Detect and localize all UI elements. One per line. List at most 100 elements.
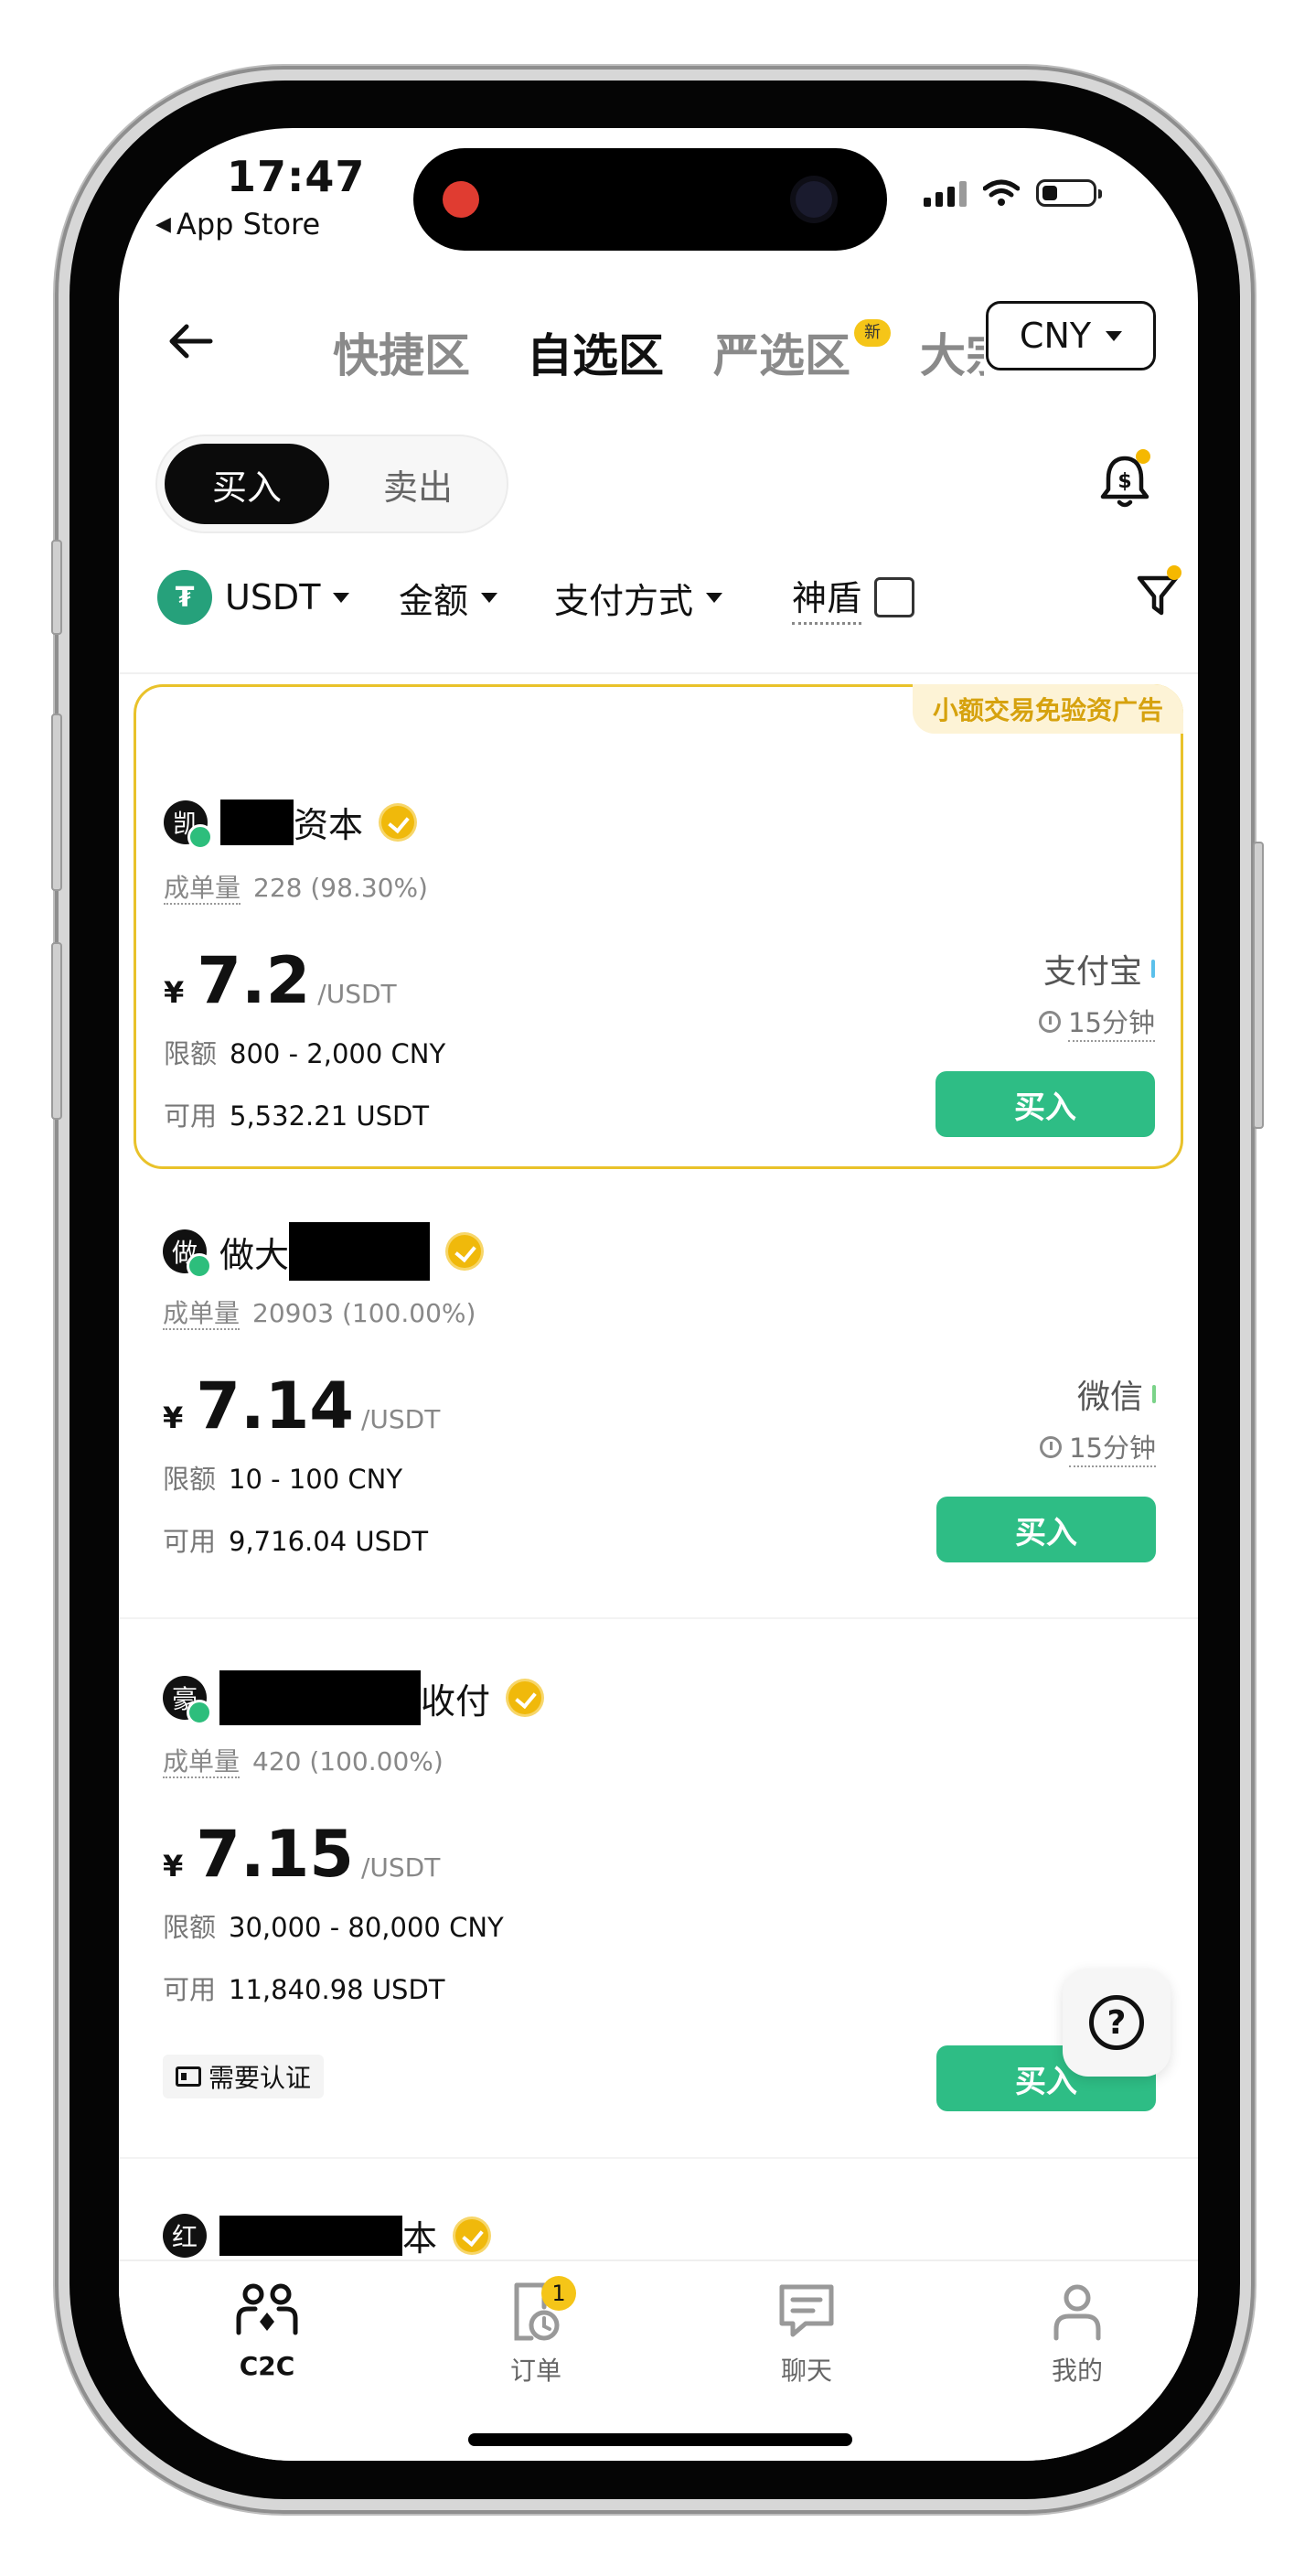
nav-c2c[interactable]: C2C bbox=[194, 2281, 340, 2381]
orders-badge: 1 bbox=[541, 2276, 576, 2311]
asset-filter-label: USDT bbox=[225, 577, 321, 617]
verified-badge-icon bbox=[381, 805, 415, 839]
wifi-icon bbox=[983, 179, 1020, 206]
online-status-dot bbox=[187, 1253, 212, 1279]
app-screen: 17:47 ◀ App Store 快捷区 自选区 严选区 新 大宗 CNY bbox=[119, 128, 1198, 2461]
avatar: 豪 bbox=[163, 1676, 212, 1725]
payment-window: 15分钟 bbox=[1040, 1427, 1156, 1467]
payment-method-label: 支付宝 bbox=[1042, 953, 1142, 991]
people-icon bbox=[236, 2283, 298, 2335]
stats-label: 成单量 bbox=[163, 1746, 241, 1778]
payment-filter[interactable]: 支付方式 bbox=[554, 565, 723, 629]
limit-label: 限额 bbox=[163, 1464, 217, 1495]
phone-side-button bbox=[51, 942, 62, 1120]
available-row: 可用 5,532.21 USDT bbox=[164, 1095, 429, 1133]
home-indicator[interactable] bbox=[468, 2433, 852, 2446]
back-to-app-store[interactable]: ◀ App Store bbox=[155, 207, 320, 242]
redacted-name bbox=[289, 1222, 431, 1281]
nav-label: 聊天 bbox=[780, 2356, 832, 2386]
limit-row: 限额 30,000 - 80,000 CNY bbox=[163, 1906, 504, 1945]
buy-button[interactable]: 买入 bbox=[935, 1071, 1155, 1137]
buy-sell-toggle: 买入 卖出 bbox=[155, 435, 508, 533]
filter-divider bbox=[119, 672, 1198, 674]
currency-selector[interactable]: CNY bbox=[986, 301, 1156, 370]
svg-text:$: $ bbox=[1117, 470, 1131, 493]
chevron-down-icon bbox=[333, 592, 350, 603]
shield-filter[interactable]: 神盾 bbox=[792, 565, 915, 629]
stats-value: 20903 (100.00%) bbox=[252, 1298, 476, 1328]
limit-value: 30,000 - 80,000 CNY bbox=[229, 1912, 504, 1943]
online-status-dot bbox=[187, 823, 213, 850]
tab-quick[interactable]: 快捷区 bbox=[333, 319, 470, 385]
payment-method: 支付宝 bbox=[1043, 945, 1155, 993]
chevron-down-icon bbox=[1106, 330, 1123, 341]
nav-profile[interactable]: 我的 bbox=[1004, 2281, 1150, 2388]
stats-label: 成单量 bbox=[164, 873, 241, 905]
new-badge: 新 bbox=[854, 319, 891, 347]
tab-bulk[interactable]: 大宗 bbox=[920, 319, 984, 385]
price: ¥ 7.2 /USDT bbox=[164, 943, 397, 1018]
amount-filter[interactable]: 金额 bbox=[399, 565, 498, 629]
status-icons bbox=[924, 179, 1102, 207]
chat-icon bbox=[779, 2284, 834, 2337]
ad-card: 豪 收付 成单量 420 (100.00%) ¥ 7.15 /USDT 限额 30,… bbox=[119, 1628, 1198, 2141]
shield-checkbox[interactable] bbox=[874, 577, 915, 617]
buy-toggle-button[interactable]: 买入 bbox=[165, 444, 329, 524]
available-label: 可用 bbox=[163, 1974, 217, 2005]
limit-row: 限额 800 - 2,000 CNY bbox=[164, 1033, 445, 1071]
merchant-name[interactable]: 红 本 bbox=[163, 2210, 489, 2259]
buy-button[interactable]: 买入 bbox=[936, 1497, 1156, 1562]
nav-orders[interactable]: 1 订单 bbox=[463, 2276, 609, 2388]
price-alert-bell[interactable]: $ bbox=[1099, 449, 1150, 513]
merchant-name[interactable]: 凯 资本 bbox=[164, 797, 415, 850]
price: ¥ 7.15 /USDT bbox=[163, 1817, 440, 1892]
chevron-down-icon bbox=[706, 592, 723, 603]
available-value: 5,532.21 USDT bbox=[230, 1100, 430, 1132]
price-unit: /USDT bbox=[360, 1404, 441, 1434]
back-triangle-icon: ◀ bbox=[155, 212, 171, 236]
nav-label: C2C bbox=[239, 2351, 295, 2381]
id-card-icon bbox=[176, 2066, 201, 2087]
limit-label: 限额 bbox=[164, 1038, 218, 1069]
merchant-name[interactable]: 做 做大 bbox=[163, 1222, 482, 1281]
currency-symbol: ¥ bbox=[163, 1849, 184, 1884]
avatar: 做 bbox=[163, 1229, 212, 1279]
advanced-filter-button[interactable] bbox=[1136, 565, 1181, 622]
sell-toggle-button[interactable]: 卖出 bbox=[349, 444, 486, 524]
stats-value: 420 (100.00%) bbox=[252, 1746, 444, 1776]
nav-chat[interactable]: 聊天 bbox=[733, 2281, 880, 2388]
available-row: 可用 11,840.98 USDT bbox=[163, 1969, 445, 2007]
price-value: 7.2 bbox=[197, 943, 311, 1018]
amount-filter-label: 金额 bbox=[399, 580, 469, 621]
payment-window-label: 15分钟 bbox=[1068, 1002, 1155, 1042]
price: ¥ 7.14 /USDT bbox=[163, 1368, 440, 1444]
filter-notification-dot bbox=[1167, 565, 1181, 580]
payment-window-label: 15分钟 bbox=[1069, 1427, 1156, 1467]
redacted-name bbox=[219, 2215, 402, 2256]
back-arrow-icon[interactable] bbox=[166, 323, 214, 360]
available-label: 可用 bbox=[163, 1526, 217, 1557]
kyc-label: 需要认证 bbox=[208, 2063, 312, 2093]
limit-row: 限额 10 - 100 CNY bbox=[163, 1458, 402, 1497]
merchant-name[interactable]: 豪 收付 bbox=[163, 1670, 542, 1725]
shield-filter-label: 神盾 bbox=[792, 570, 862, 625]
verified-badge-icon bbox=[508, 1681, 542, 1714]
merchant-name-prefix: 做大 bbox=[219, 1234, 290, 1275]
timer-icon bbox=[1040, 1436, 1063, 1458]
limit-label: 限额 bbox=[163, 1912, 217, 1943]
help-button[interactable]: ? bbox=[1063, 1969, 1171, 2077]
price-value: 7.14 bbox=[196, 1368, 354, 1444]
price-unit: /USDT bbox=[317, 979, 397, 1009]
tab-strict-select[interactable]: 严选区 bbox=[713, 319, 850, 385]
chevron-down-icon bbox=[481, 592, 498, 603]
tab-self-select[interactable]: 自选区 bbox=[527, 319, 664, 385]
phone-side-button bbox=[51, 540, 62, 635]
status-time: 17:47 bbox=[227, 152, 366, 201]
bottom-nav: C2C 1 订单 聊天 我的 bbox=[119, 2259, 1198, 2461]
asset-filter[interactable]: ₮ USDT bbox=[157, 565, 350, 629]
bell-notification-dot bbox=[1136, 449, 1150, 464]
stats-value: 228 (98.30%) bbox=[253, 873, 428, 903]
payment-color-bar bbox=[1151, 960, 1155, 978]
merchant-name-suffix: 资本 bbox=[294, 805, 364, 845]
tether-icon: ₮ bbox=[157, 570, 212, 625]
